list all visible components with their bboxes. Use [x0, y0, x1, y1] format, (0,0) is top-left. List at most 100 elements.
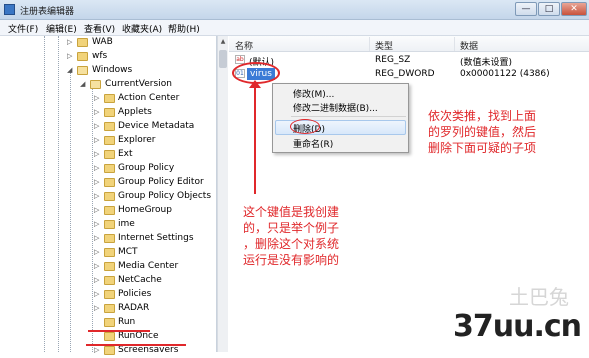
tree-item[interactable]: ▷ Media Center — [0, 260, 217, 274]
tree-label: ime — [118, 219, 135, 229]
tree-item[interactable]: ▷ Policies — [0, 288, 217, 302]
value-row-default[interactable]: ab (默认) REG_SZ (数值未设置) — [229, 53, 589, 68]
expand-icon[interactable]: ▷ — [94, 347, 101, 354]
annotation-left-note: 这个键值是我创建 的，只是举个例子 ，删除这个对系统 运行是没有影响的 — [243, 204, 373, 268]
tree-item[interactable]: ▷ Explorer — [0, 134, 217, 148]
value-type: REG_DWORD — [375, 69, 435, 79]
scroll-up-icon[interactable]: ▲ — [219, 38, 227, 46]
expand-icon[interactable]: ▷ — [94, 305, 101, 312]
tree-label: Device Metadata — [118, 121, 195, 131]
menu-view[interactable]: 查看(V) — [84, 22, 115, 35]
column-type-header[interactable]: 类型 — [375, 39, 393, 52]
tree-item[interactable]: ▷ NetCache — [0, 274, 217, 288]
column-divider[interactable] — [454, 37, 455, 51]
expand-icon[interactable]: ▷ — [67, 39, 74, 46]
folder-icon — [104, 164, 115, 173]
tree-item[interactable]: ▷ Group Policy Editor — [0, 176, 217, 190]
tree-item-currentversion[interactable]: ◢ CurrentVersion — [0, 78, 217, 92]
tree-item-wfs[interactable]: ▷ wfs — [0, 50, 217, 64]
tree-label: NetCache — [118, 275, 162, 285]
expand-icon[interactable]: ▷ — [94, 207, 101, 214]
maximize-button[interactable]: □ — [538, 2, 560, 16]
tree-item-wab[interactable]: ▷ WAB — [0, 36, 217, 50]
faint-watermark: 土巴兔 — [509, 285, 569, 309]
tree-item[interactable]: ▷ Applets — [0, 106, 217, 120]
tree-item[interactable]: ▷ ime — [0, 218, 217, 232]
tree-label: Policies — [118, 289, 152, 299]
tree-item-run[interactable]: Run — [0, 316, 217, 330]
tree-label: Internet Settings — [118, 233, 194, 243]
tree-item[interactable]: ▷ Group Policy Objects — [0, 190, 217, 204]
collapse-icon[interactable]: ◢ — [67, 67, 74, 74]
tree-item[interactable]: ▷ Internet Settings — [0, 232, 217, 246]
folder-icon — [77, 38, 88, 47]
folder-icon — [104, 122, 115, 131]
column-divider[interactable] — [369, 37, 370, 51]
tree-item-runonce[interactable]: RunOnce — [0, 330, 217, 344]
value-row-virus[interactable]: 01 virus REG_DWORD 0x00001122 (4386) — [229, 67, 589, 81]
tree-label: Group Policy Editor — [118, 177, 204, 187]
collapse-icon[interactable]: ◢ — [80, 81, 87, 88]
folder-icon — [104, 248, 115, 257]
tree-label: RADAR — [118, 303, 150, 313]
annotation-line: 这个键值是我创建 — [243, 205, 340, 219]
annotation-line: ，删除这个对系统 — [243, 237, 340, 251]
menu-item-modify[interactable]: 修改(M)... — [293, 87, 334, 100]
expand-icon[interactable]: ▷ — [94, 235, 101, 242]
tree-item-windows[interactable]: ◢ Windows — [0, 64, 217, 78]
folder-icon — [104, 94, 115, 103]
context-menu: 修改(M)... 修改二进制数据(B)... 删除(D) 重命名(R) — [272, 83, 409, 153]
tree-label: CurrentVersion — [105, 79, 172, 89]
tree-item[interactable]: ▷ Group Policy — [0, 162, 217, 176]
expand-icon[interactable]: ▷ — [94, 249, 101, 256]
menu-favorites[interactable]: 收藏夹(A) — [122, 22, 162, 35]
expand-icon[interactable]: ▷ — [94, 95, 101, 102]
expand-icon[interactable]: ▷ — [94, 263, 101, 270]
column-name-header[interactable]: 名称 — [235, 39, 253, 52]
tree-label: WAB — [92, 37, 113, 47]
folder-icon — [104, 290, 115, 299]
folder-icon — [104, 108, 115, 117]
expand-icon[interactable]: ▷ — [94, 221, 101, 228]
title-bar: 注册表编辑器 — □ ✕ — [0, 0, 589, 20]
expand-icon[interactable]: ▷ — [94, 277, 101, 284]
folder-icon — [104, 332, 115, 341]
tree-label: Ext — [118, 149, 133, 159]
expand-icon[interactable]: ▷ — [94, 165, 101, 172]
tree-scrollbar[interactable]: ▲ — [217, 36, 228, 352]
minimize-button[interactable]: — — [515, 2, 537, 16]
menu-file[interactable]: 文件(F) — [8, 22, 38, 35]
tree-label: Action Center — [118, 93, 180, 103]
folder-icon — [104, 234, 115, 243]
menu-item-rename[interactable]: 重命名(R) — [293, 137, 333, 150]
expand-icon[interactable]: ▷ — [94, 123, 101, 130]
tree-item[interactable]: ▷ Screensavers — [0, 344, 217, 358]
expand-icon[interactable]: ▷ — [94, 109, 101, 116]
expand-icon[interactable]: ▷ — [67, 53, 74, 60]
expand-icon[interactable]: ▷ — [94, 179, 101, 186]
scroll-thumb[interactable] — [219, 50, 227, 68]
tree-label: RunOnce — [118, 331, 159, 341]
tree-item[interactable]: ▷ Action Center — [0, 92, 217, 106]
menu-help[interactable]: 帮助(H) — [168, 22, 200, 35]
tree-item[interactable]: ▷ Ext — [0, 148, 217, 162]
column-data-header[interactable]: 数据 — [460, 39, 478, 52]
tree-item[interactable]: ▷ RADAR — [0, 302, 217, 316]
menu-item-modify-binary[interactable]: 修改二进制数据(B)... — [293, 101, 378, 114]
tree-item[interactable]: ▷ Device Metadata — [0, 120, 217, 134]
close-button[interactable]: ✕ — [561, 2, 587, 16]
tree-label: Screensavers — [118, 345, 179, 355]
annotation-right-note: 依次类推，找到上面 的罗列的键值，然后 删除下面可疑的子项 — [428, 108, 588, 156]
expand-icon[interactable]: ▷ — [94, 193, 101, 200]
expand-icon[interactable]: ▷ — [94, 151, 101, 158]
expand-icon[interactable]: ▷ — [94, 137, 101, 144]
menu-edit[interactable]: 编辑(E) — [46, 22, 77, 35]
expand-icon[interactable]: ▷ — [94, 291, 101, 298]
annotation-line: 的，只是举个例子 — [243, 221, 340, 235]
annotation-underline-run — [88, 330, 150, 332]
tree-label: Applets — [118, 107, 152, 117]
tree-item[interactable]: ▷ MCT — [0, 246, 217, 260]
tree-item[interactable]: ▷ HomeGroup — [0, 204, 217, 218]
tree-label: HomeGroup — [118, 205, 172, 215]
folder-icon — [104, 346, 115, 355]
